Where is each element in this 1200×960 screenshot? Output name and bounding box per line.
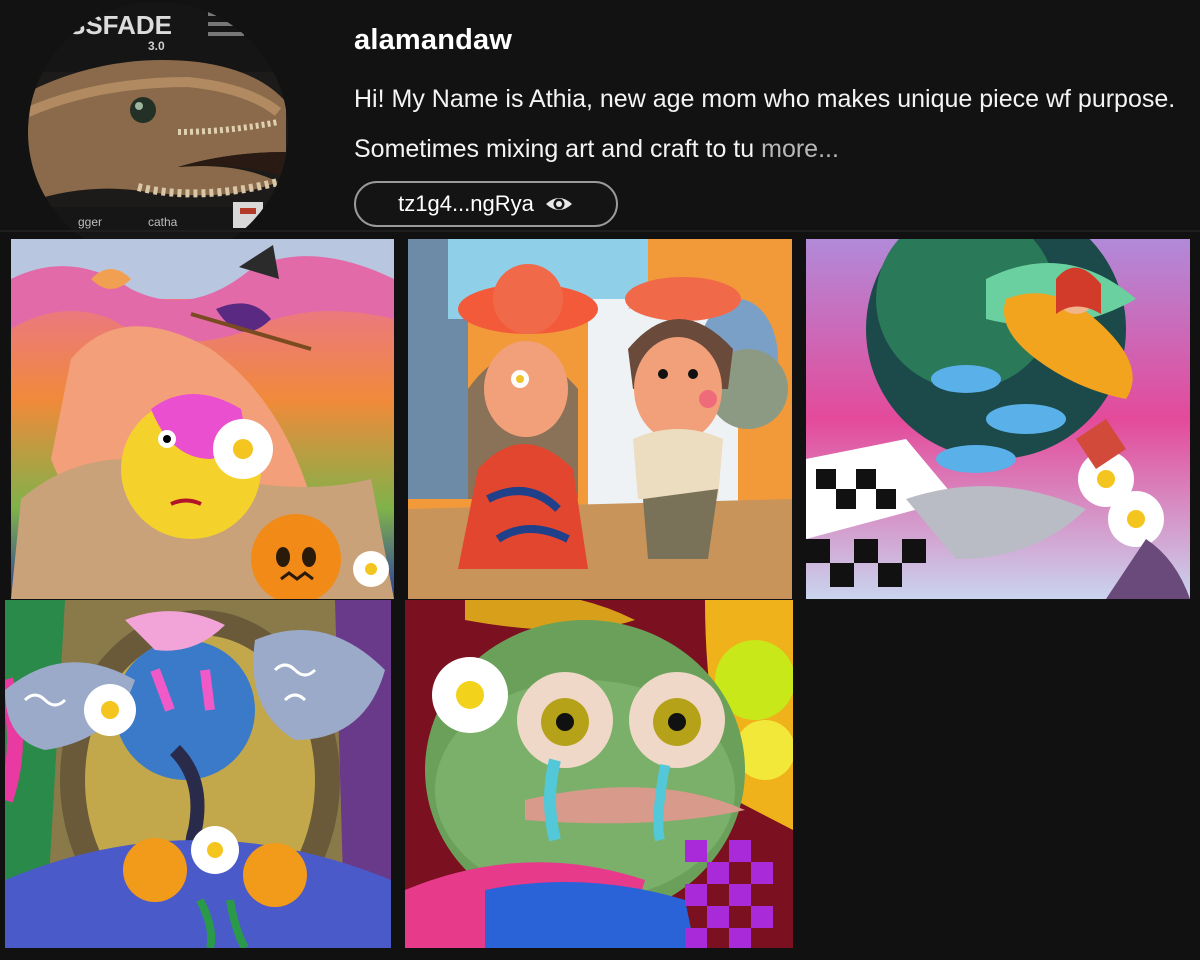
- header-divider: [0, 230, 1200, 232]
- bio-more-link[interactable]: more...: [761, 135, 839, 163]
- bird-girl-clouds-artwork: [806, 239, 1190, 599]
- avatar-caption-right: catha: [148, 215, 178, 229]
- avatar-title-text: SSFADE: [68, 10, 172, 40]
- profile-avatar[interactable]: SSFADE 3.0 gger catha: [28, 2, 288, 262]
- eye-icon[interactable]: [544, 194, 574, 214]
- profile-bio: Hi! My Name is Athia, new age mom who ma…: [354, 74, 1184, 174]
- artwork-tile-mirror-face[interactable]: [5, 600, 391, 948]
- witch-pumpkin-artwork: [11, 239, 394, 599]
- profile-header: SSFADE 3.0 gger catha alamandaw Hi! My N…: [0, 0, 1200, 262]
- artwork-tile-two-girls[interactable]: [408, 239, 792, 599]
- wallet-address-button[interactable]: tz1g4...ngRya: [354, 181, 618, 227]
- artwork-tile-crying-frog[interactable]: [405, 600, 793, 948]
- artwork-tile-witch-pumpkin[interactable]: [11, 239, 394, 599]
- artwork-tile-bird-girl[interactable]: [806, 239, 1190, 599]
- wallet-address-text: tz1g4...ngRya: [398, 191, 534, 216]
- profile-username: alamandaw: [354, 24, 513, 56]
- avatar-caption-left: gger: [78, 215, 102, 229]
- mirror-face-daisies-artwork: [5, 600, 391, 948]
- two-girls-hats-artwork: [408, 239, 792, 599]
- avatar-version-text: 3.0: [148, 39, 165, 53]
- crying-frog-artwork: [405, 600, 793, 948]
